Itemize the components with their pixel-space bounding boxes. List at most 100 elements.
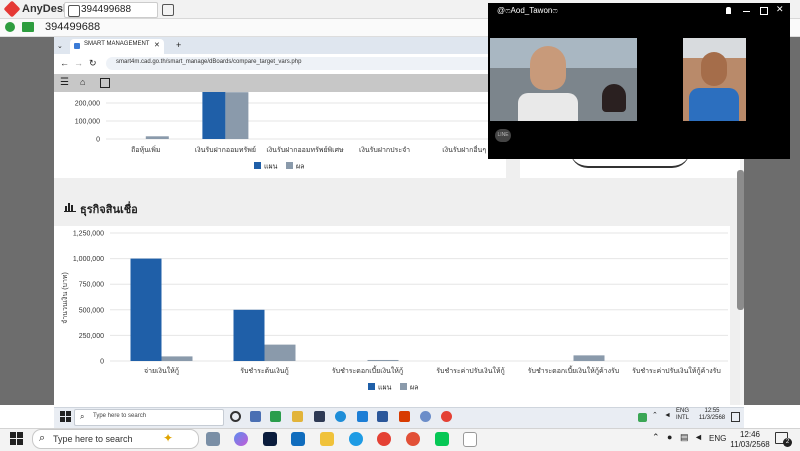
home-icon[interactable]: ⌂	[80, 77, 85, 87]
tab-smart-management[interactable]: SMART MANAGEMENT ✕	[70, 39, 164, 54]
remote-lang-sub: INTL	[676, 415, 690, 421]
remote-start-icon[interactable]	[60, 411, 71, 422]
bar-actual	[145, 136, 169, 139]
remote-app-icon-4[interactable]	[357, 411, 368, 422]
photoshop-app-icon[interactable]	[263, 432, 277, 446]
remote-tray-icon-1[interactable]	[638, 413, 647, 422]
legend-plan-label: แผน	[378, 385, 392, 392]
copilot-app-icon[interactable]	[234, 432, 248, 446]
page-scrollbar[interactable]	[737, 170, 744, 310]
remote-app-icon-2[interactable]	[270, 411, 281, 422]
task-view-icon[interactable]	[230, 411, 241, 422]
remote-app-icon-6[interactable]	[420, 411, 431, 422]
remote-app-icon-1[interactable]	[250, 411, 261, 422]
menu-icon[interactable]: ☰	[60, 77, 69, 88]
remote-clock[interactable]: 12:55 11/3/2568	[696, 408, 728, 422]
x-category-label: เงินรับฝากออมทรัพย์พิเศษ	[266, 146, 344, 154]
y-tick-label: 250,000	[79, 333, 104, 340]
legend-actual-label: ผล	[410, 385, 418, 392]
bar-actual	[573, 355, 605, 361]
x-category-label: เงินรับฝากอื่นๆ	[442, 145, 486, 154]
participant-shirt	[518, 93, 578, 121]
host-search-box[interactable]: ⌕ Type here to search ✦	[32, 429, 199, 449]
x-category-label: รับชำระค่าปรับเงินให้กู้	[436, 366, 505, 375]
forward-icon[interactable]: →	[74, 58, 83, 68]
edge-app-icon[interactable]	[349, 432, 363, 446]
loan-chart: 1,250,000 1,000,000 750,000 500,000 250,000 0…	[61, 231, 728, 392]
remote-volume-icon[interactable]: ◄	[664, 412, 671, 419]
logout-icon[interactable]	[100, 78, 110, 88]
x-category-label: รับชำระดอกเบี้ยเงินให้กู้ค้างรับ	[528, 364, 619, 375]
anydesk-app-icon[interactable]	[406, 432, 420, 446]
legend-actual-swatch	[286, 162, 293, 169]
y-tick-label: 200,000	[75, 101, 100, 108]
tab-title: SMART MANAGEMENT	[84, 41, 150, 47]
tab-close-icon[interactable]: ✕	[154, 41, 160, 49]
remote-search-box[interactable]: ⌕ Type here to search	[74, 409, 224, 426]
remote-notification-icon[interactable]	[731, 412, 740, 422]
y-axis-label: จำนวนเงิน (บาท)	[61, 272, 69, 324]
minimize-icon[interactable]	[743, 11, 750, 12]
y-tick-label: 750,000	[79, 282, 104, 289]
remote-word-icon[interactable]	[377, 411, 388, 422]
legend-plan-swatch	[254, 162, 261, 169]
bar-plan	[202, 92, 226, 139]
remote-folder-icon[interactable]	[292, 411, 303, 422]
lang-indicator[interactable]: ENG	[709, 434, 726, 443]
host-clock[interactable]: 12:46 11/03/2568	[730, 430, 770, 450]
bar-plan	[130, 258, 162, 361]
microphone-icon[interactable]: ●	[667, 432, 672, 442]
search-icon: ⌕	[80, 412, 85, 421]
bar-actual	[161, 356, 193, 361]
tab-list-chevron-icon[interactable]: ⌄	[57, 42, 63, 50]
remote-monitor-icon[interactable]	[22, 22, 34, 32]
deposit-chart: 200,000 100,000 0 ถือหุ้นเพิ่ม เงินรับฝากออม…	[75, 92, 504, 171]
self-shirt	[689, 88, 739, 121]
session-id: 394499688	[45, 21, 101, 33]
remote-chrome-icon[interactable]	[441, 411, 452, 422]
new-tab-button[interactable]: +	[176, 40, 181, 50]
tray-chevron-icon[interactable]: ⌃	[652, 432, 660, 443]
connected-status-icon	[5, 22, 15, 32]
file-explorer-icon[interactable]	[320, 432, 334, 446]
chrome-app-icon[interactable]	[377, 432, 391, 446]
x-category-label: ถือหุ้นเพิ่ม	[131, 145, 160, 154]
y-tick-label: 500,000	[79, 307, 104, 314]
network-icon[interactable]: ▤	[680, 432, 689, 443]
sparkle-icon: ✦	[163, 431, 174, 445]
remote-edge-icon[interactable]	[335, 411, 346, 422]
calculator-app-icon[interactable]	[206, 432, 220, 446]
y-tick-label: 0	[100, 359, 104, 366]
bar-chart-icon	[64, 201, 76, 212]
close-icon[interactable]: ✕	[776, 4, 784, 15]
remote-app-icon-5[interactable]	[399, 411, 410, 422]
video-tile-participants	[490, 38, 637, 121]
start-icon[interactable]	[10, 432, 24, 446]
bar-plan	[233, 309, 265, 361]
anydesk-tab-id: 394499688	[81, 4, 132, 15]
legend-plan-swatch	[368, 383, 375, 390]
x-category-label: รับชำระดอกเบี้ยเงินให้กู้	[332, 364, 403, 375]
remote-app-icon-3[interactable]	[314, 411, 325, 422]
back-icon[interactable]: ←	[60, 58, 69, 68]
call-title: @ෆAod_Tawonෆ	[497, 6, 558, 15]
video-tile-self	[683, 38, 746, 121]
reload-icon[interactable]: ↻	[89, 58, 97, 69]
line-app-icon[interactable]	[435, 432, 449, 446]
bar-actual	[264, 344, 296, 361]
notepad-app-icon[interactable]	[463, 432, 477, 447]
maximize-icon[interactable]	[760, 7, 768, 15]
remote-tray-chevron-icon[interactable]: ⌃	[652, 411, 658, 419]
x-category-label: เงินรับฝากประจำ	[359, 146, 410, 154]
new-session-icon[interactable]	[162, 4, 174, 16]
anydesk-session-tab[interactable]: 394499688	[64, 2, 158, 18]
y-tick-label: 100,000	[75, 119, 100, 126]
remote-lang[interactable]: ENG INTL	[676, 408, 689, 422]
y-tick-label: 1,250,000	[73, 231, 104, 238]
remote-lang-code: ENG	[676, 408, 690, 414]
x-category-label: รับชำระค่าปรับเงินให้กู้ค้างรับ	[632, 366, 721, 375]
deposit-chart-card: 200,000 100,000 0 ถือหุ้นเพิ่ม เงินรับฝากออม…	[54, 92, 506, 178]
outlook-app-icon[interactable]	[291, 432, 305, 446]
volume-icon[interactable]: ◄	[694, 432, 703, 442]
pin-icon[interactable]	[726, 7, 731, 14]
